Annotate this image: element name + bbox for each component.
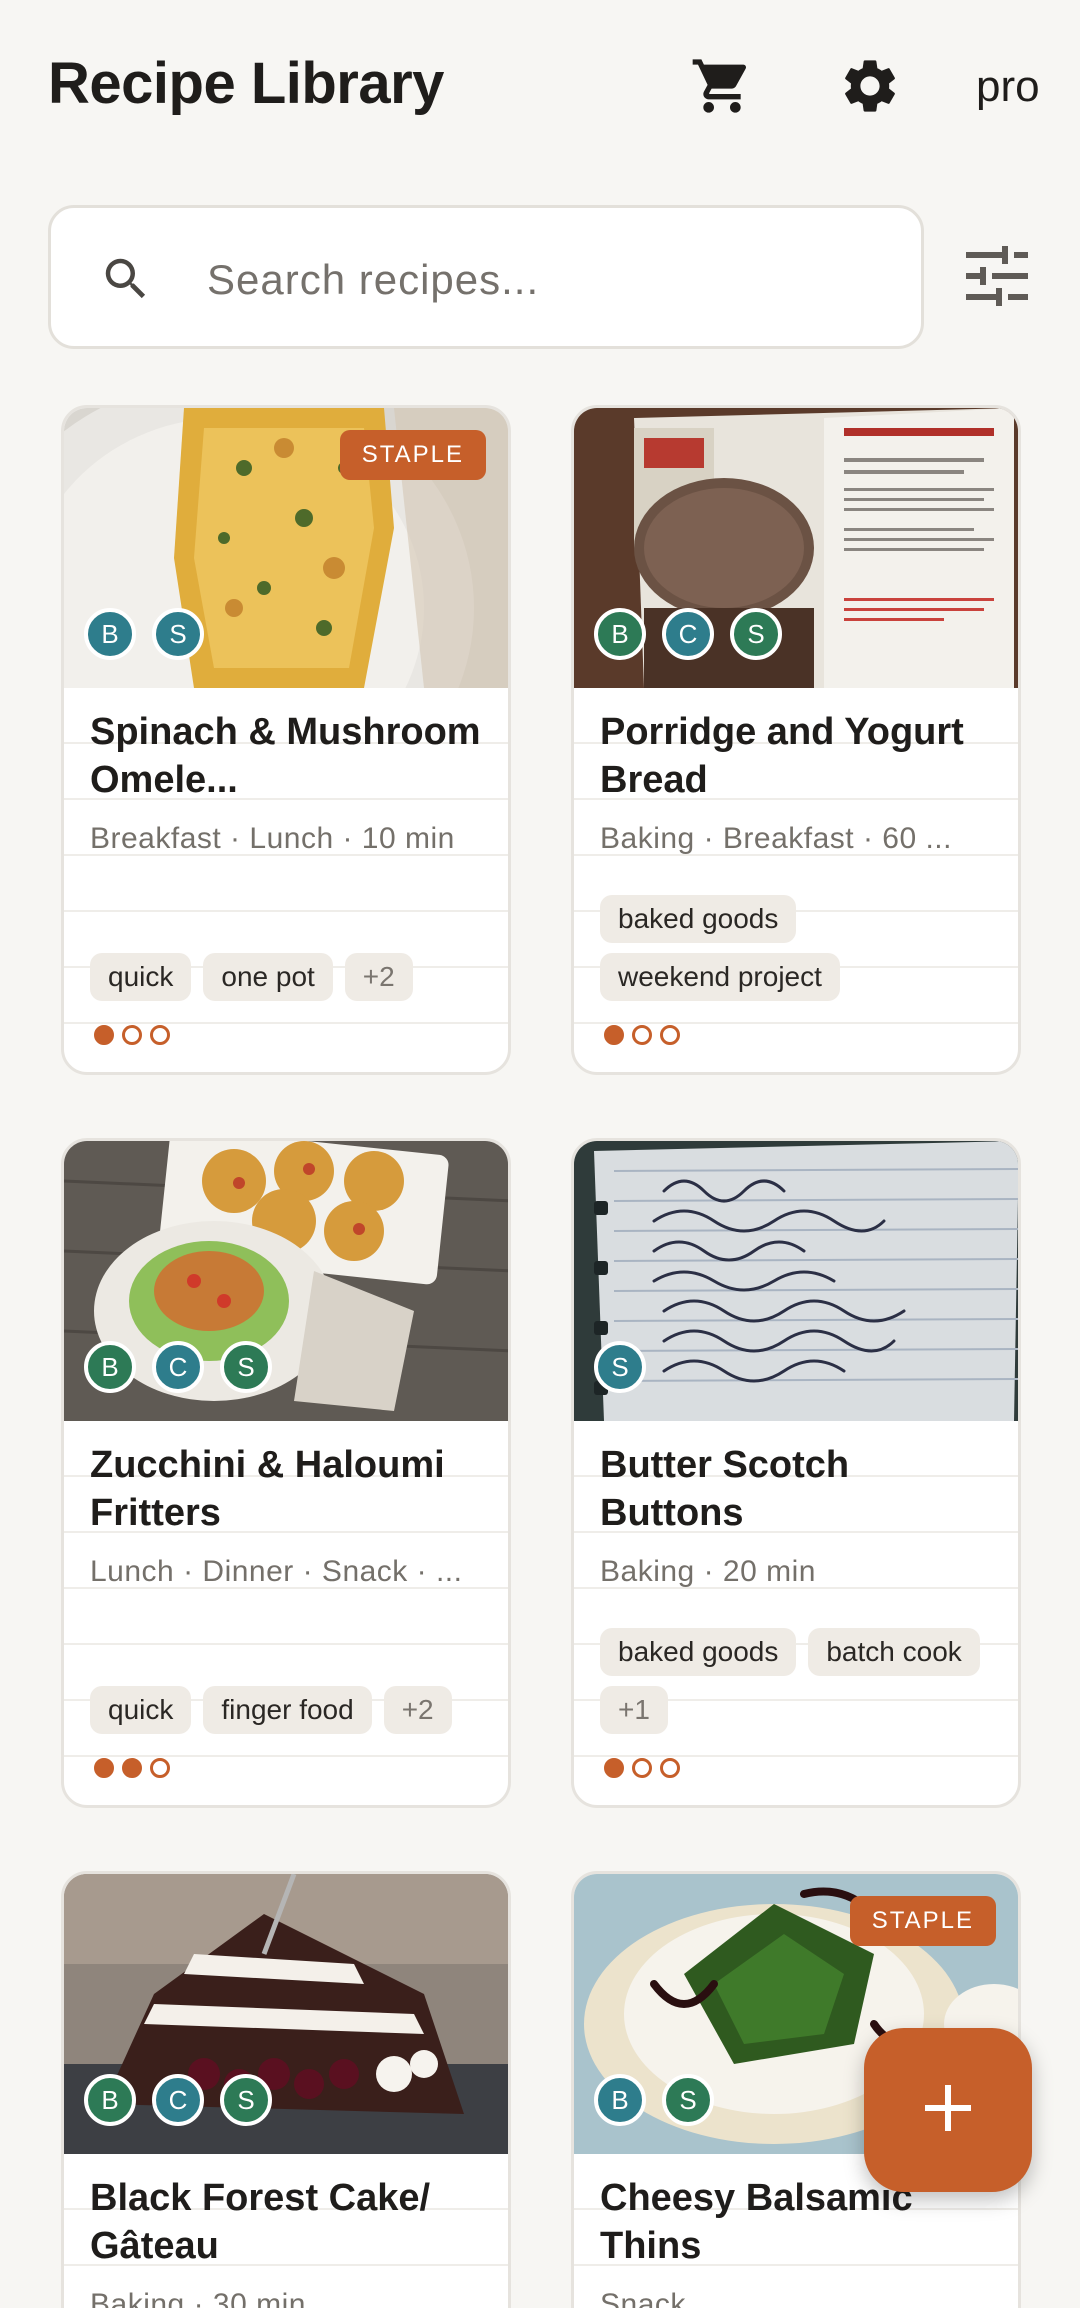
rating-dots [604,1758,680,1778]
tag-list: baked goods batch cook +1 [600,1628,1010,1734]
rating-dot [660,1758,680,1778]
gear-icon[interactable] [836,52,904,120]
avatar: B [594,2074,646,2126]
avatar: B [594,608,646,660]
cook-avatars: B C S [84,2074,272,2126]
cook-avatars: S [594,1341,646,1393]
recipe-title: Black Forest Cake/ Gâteau [90,2177,431,2267]
search-icon [99,252,153,306]
rating-dot [604,1025,624,1045]
rating-dot [94,1758,114,1778]
avatar: S [220,1341,272,1393]
search-input[interactable]: Search recipes... [48,205,924,349]
more-tags-chip[interactable]: +2 [383,1686,452,1734]
cook-avatars: B S [84,608,204,660]
avatar: C [152,1341,204,1393]
tune-sliders-icon[interactable] [962,246,1030,306]
add-recipe-button[interactable] [864,2028,1032,2192]
recipe-meta: Snack [600,2288,686,2308]
recipe-meta: Baking · 20 min [600,1555,816,1588]
avatar: B [84,608,136,660]
rating-dot [122,1025,142,1045]
rating-dots [94,1025,170,1045]
rating-dot [150,1025,170,1045]
recipe-card[interactable]: B C S Porridge and Yogurt Bread Baking ·… [571,405,1021,1075]
tag-chip[interactable]: finger food [203,1686,372,1734]
rating-dot [632,1758,652,1778]
avatar: B [84,2074,136,2126]
recipe-card[interactable]: B C S Black Forest Cake/ Gâteau Baking ·… [61,1871,511,2308]
recipe-meta: Baking · Breakfast · 60 ... [600,822,952,855]
recipe-meta: Baking · 30 min [90,2288,306,2308]
avatar: S [220,2074,272,2126]
rating-dot [122,1758,142,1778]
avatar: C [662,608,714,660]
plus-icon [921,2081,975,2140]
avatar: C [152,2074,204,2126]
recipe-card[interactable]: STAPLE B S Spinach & Mushroom Omele... B… [61,405,511,1075]
search-placeholder: Search recipes... [207,256,540,303]
recipe-title: Porridge and Yogurt Bread [600,711,964,801]
more-tags-chip[interactable]: +1 [600,1686,668,1734]
tag-chip[interactable]: weekend project [600,953,840,1001]
recipe-title: Zucchini & Haloumi Fritters [90,1444,445,1534]
tag-list: quick finger food +2 [90,1686,500,1734]
rating-dots [604,1025,680,1045]
tag-list: quick one pot +2 [90,953,500,1001]
rating-dot [94,1025,114,1045]
plan-label[interactable]: pro [976,62,1040,112]
staple-badge: STAPLE [339,430,486,480]
tag-chip[interactable]: one pot [203,953,333,1001]
page-title: Recipe Library [48,51,444,116]
tag-list: baked goods weekend project [600,895,1010,1001]
recipe-card[interactable]: B C S Zucchini & Haloumi Fritters Lunch … [61,1138,511,1808]
recipe-title: Spinach & Mushroom Omele... [90,711,481,801]
avatar: B [84,1341,136,1393]
cook-avatars: B C S [594,608,782,660]
rating-dot [150,1758,170,1778]
avatar: S [662,2074,714,2126]
rating-dot [632,1025,652,1045]
recipe-card[interactable]: S Butter Scotch Buttons Baking · 20 min … [571,1138,1021,1808]
more-tags-chip[interactable]: +2 [344,953,413,1001]
cook-avatars: B S [594,2074,714,2126]
app-header: Recipe Library pro [0,0,1080,170]
cook-avatars: B C S [84,1341,272,1393]
staple-badge: STAPLE [849,1896,996,1946]
avatar: S [730,608,782,660]
tag-chip[interactable]: baked goods [600,895,797,943]
tag-chip[interactable]: quick [90,953,192,1001]
recipe-meta: Breakfast · Lunch · 10 min [90,822,455,855]
recipe-meta: Lunch · Dinner · Snack · ... [90,1555,463,1588]
avatar: S [152,608,204,660]
tag-chip[interactable]: baked goods [600,1628,797,1676]
rating-dot [604,1758,624,1778]
avatar: S [594,1341,646,1393]
shopping-cart-icon[interactable] [688,52,756,120]
tag-chip[interactable]: batch cook [808,1628,980,1676]
tag-chip[interactable]: quick [90,1686,192,1734]
rating-dot [660,1025,680,1045]
recipe-title: Butter Scotch Buttons [600,1444,850,1534]
rating-dots [94,1758,170,1778]
